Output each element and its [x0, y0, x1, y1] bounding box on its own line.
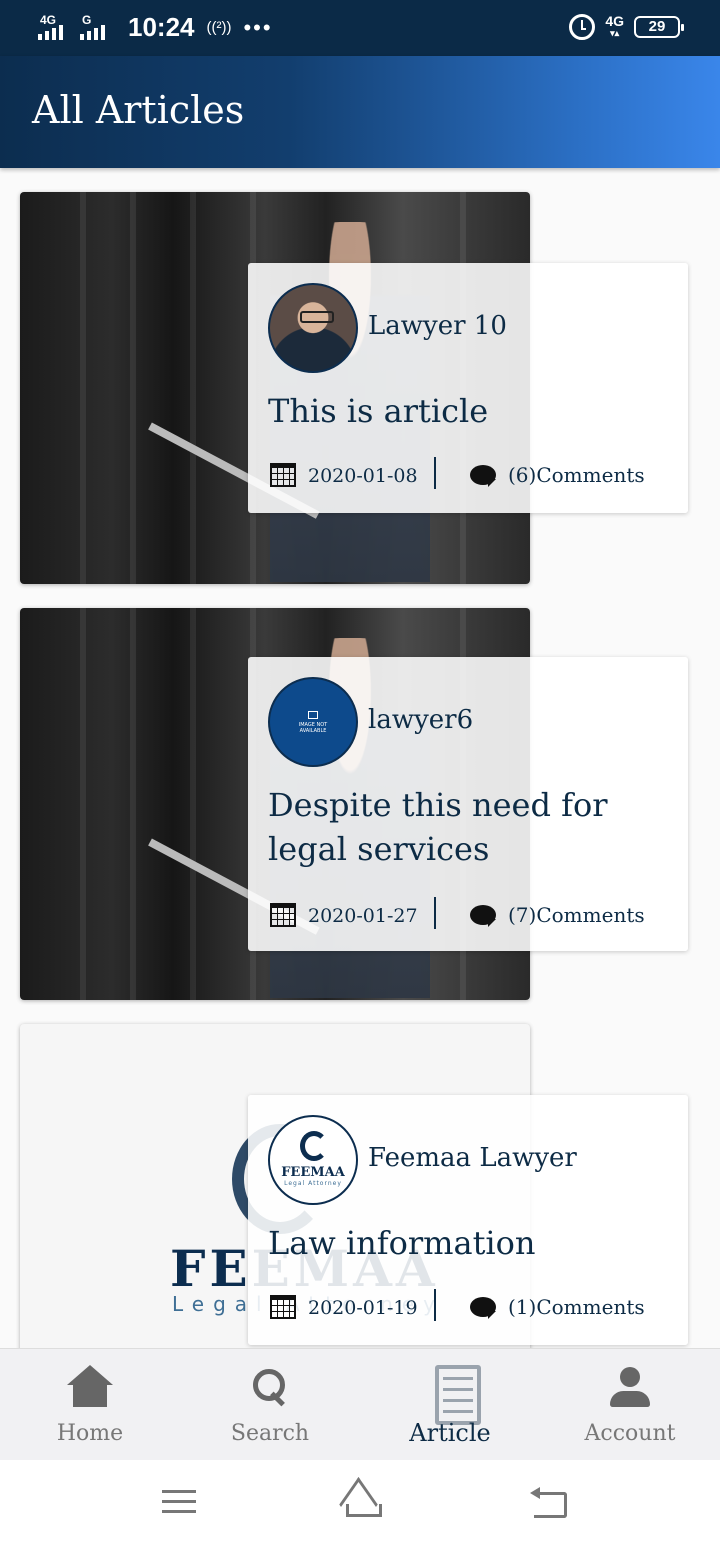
battery-icon: 29 [634, 16, 684, 38]
article-date: 2020-01-08 [308, 465, 418, 487]
article-card[interactable]: Lawyer 10 This is article 2020-01-08 (6)… [248, 263, 688, 513]
article-list[interactable]: Lawyer 10 This is article 2020-01-08 (6)… [0, 168, 720, 1348]
comment-count[interactable]: (1)Comments [508, 1295, 645, 1319]
calendar-icon [270, 463, 296, 487]
alarm-icon [569, 14, 596, 40]
system-home-icon[interactable] [338, 1486, 384, 1518]
status-bar: 4G G 10:24 ((²)) ••• 4G ▾▴ 29 [0, 0, 720, 56]
author-name: Feemaa Lawyer [368, 1143, 577, 1173]
nav-search[interactable]: Search [180, 1349, 360, 1461]
nav-account[interactable]: Account [540, 1349, 720, 1461]
menu-icon[interactable] [162, 1486, 202, 1518]
home-icon[interactable] [65, 1365, 115, 1413]
article-item[interactable]: IMAGE NOT AVAILABLE lawyer6 Despite this… [0, 608, 720, 1000]
article-title[interactable]: This is article [268, 389, 668, 433]
account-icon[interactable] [605, 1365, 655, 1413]
article-card[interactable]: FEEMAA Legal Attorney Feemaa Lawyer Law … [248, 1095, 688, 1345]
signal-icon: G [80, 14, 114, 42]
article-meta: 2020-01-19 (1)Comments [268, 1289, 678, 1325]
nav-home[interactable]: Home [0, 1349, 180, 1461]
article-title[interactable]: Law information [268, 1221, 668, 1265]
back-icon[interactable] [530, 1486, 570, 1518]
signal-icon: 4G [38, 14, 72, 42]
page-title: All Articles [32, 88, 245, 132]
article-title[interactable]: Despite this need for legal services [268, 783, 668, 871]
author-avatar [268, 283, 358, 373]
comment-count[interactable]: (6)Comments [508, 463, 645, 487]
system-navigation-bar [0, 1460, 720, 1544]
article-card[interactable]: IMAGE NOT AVAILABLE lawyer6 Despite this… [248, 657, 688, 951]
article-date: 2020-01-19 [308, 1297, 418, 1319]
author-name: lawyer6 [368, 705, 474, 735]
hotspot-icon: ((²)) [206, 19, 232, 36]
calendar-icon [270, 1295, 296, 1319]
author-avatar: IMAGE NOT AVAILABLE [268, 677, 358, 767]
article-meta: 2020-01-27 (7)Comments [268, 897, 678, 933]
author-name: Lawyer 10 [368, 311, 507, 341]
article-icon[interactable] [425, 1365, 481, 1425]
bottom-navigation: Home Search Article Account [0, 1348, 720, 1460]
comment-icon [470, 905, 496, 927]
divider [434, 1289, 436, 1321]
nav-article[interactable]: Article [360, 1349, 540, 1461]
divider [434, 457, 436, 489]
article-item[interactable]: FEEMAA Legal Attorney FEEMAA Legal Attor… [0, 1024, 720, 1348]
comment-count[interactable]: (7)Comments [508, 903, 645, 927]
app-bar: All Articles [0, 56, 720, 168]
article-item[interactable]: Lawyer 10 This is article 2020-01-08 (6)… [0, 192, 720, 584]
comment-icon [470, 465, 496, 487]
article-meta: 2020-01-08 (6)Comments [268, 457, 678, 493]
search-icon[interactable] [245, 1365, 295, 1413]
image-placeholder-icon [308, 710, 318, 719]
article-date: 2020-01-27 [308, 905, 418, 927]
more-notifications-icon: ••• [243, 14, 273, 40]
clock: 10:24 [128, 12, 195, 42]
feemaa-logo-icon [300, 1131, 328, 1161]
divider [434, 897, 436, 929]
comment-icon [470, 1297, 496, 1319]
calendar-icon [270, 903, 296, 927]
network-4g-icon: 4G ▾▴ [605, 13, 624, 38]
author-avatar: FEEMAA Legal Attorney [268, 1115, 358, 1205]
